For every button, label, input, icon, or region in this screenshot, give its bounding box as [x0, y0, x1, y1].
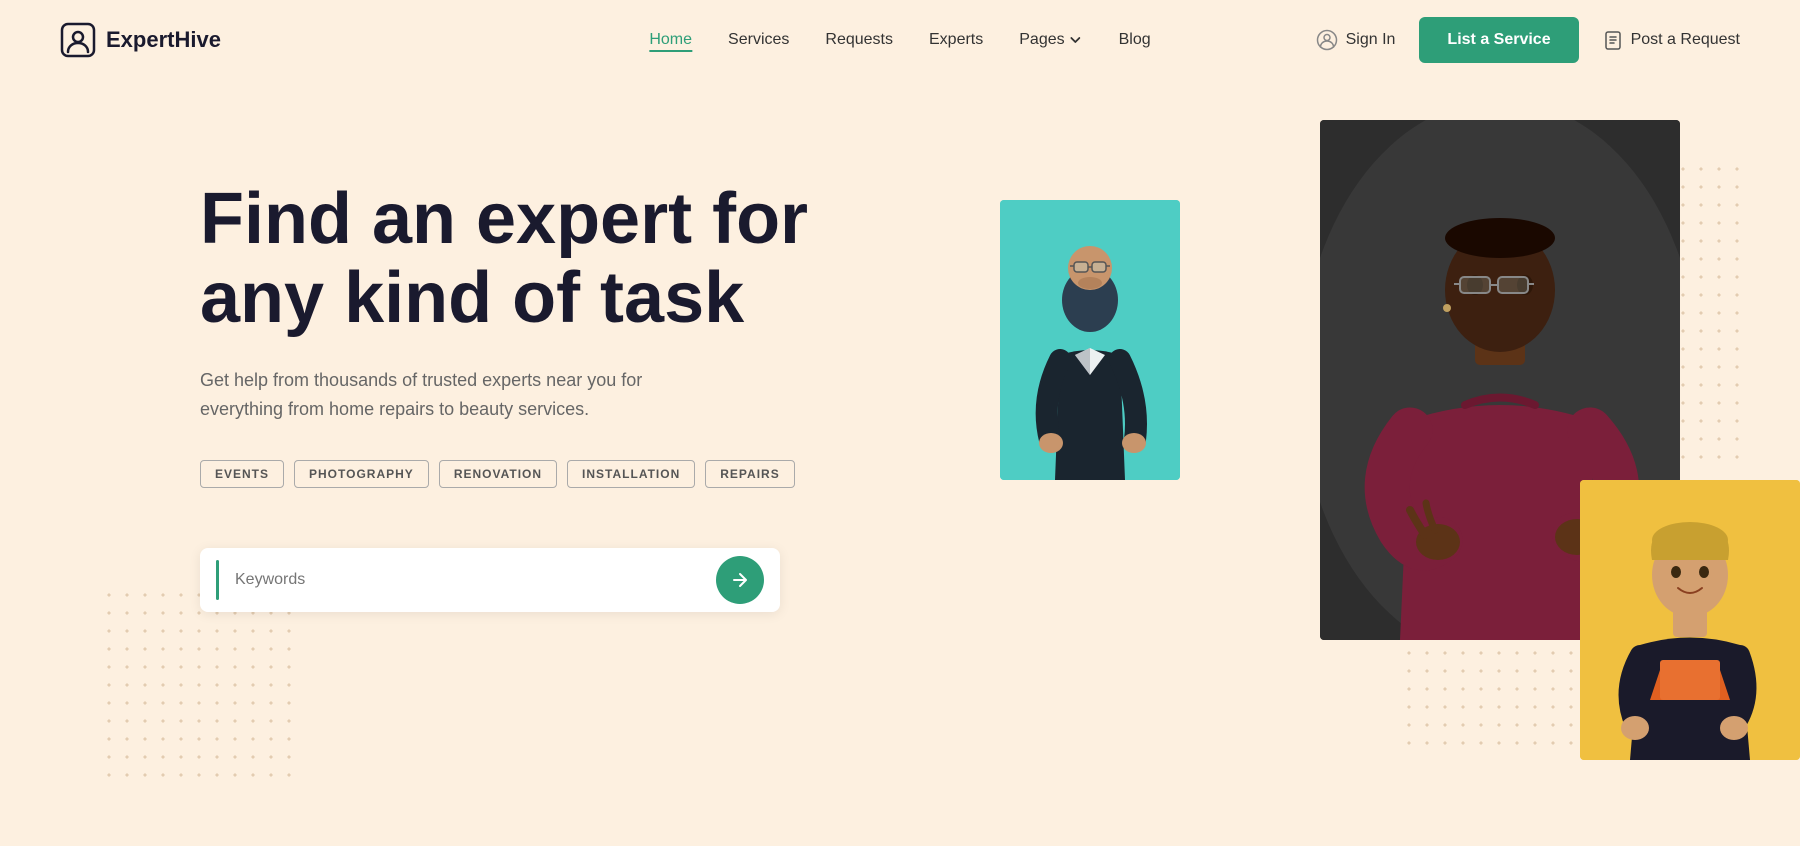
- logo-icon: [60, 22, 96, 58]
- hero-image-yellow: [1580, 480, 1800, 760]
- hero-section: Find an expert for any kind of task Get …: [0, 80, 1800, 846]
- navbar: ExpertHive Home Services Requests Expert…: [0, 0, 1800, 80]
- hero-title: Find an expert for any kind of task: [200, 180, 900, 338]
- person-yellow-figure: [1580, 480, 1800, 760]
- tag-repairs[interactable]: REPAIRS: [705, 460, 794, 488]
- arrow-right-icon: [730, 570, 750, 590]
- sign-in-label: Sign In: [1346, 31, 1396, 49]
- post-request-link[interactable]: Post a Request: [1603, 30, 1740, 50]
- brand-logo[interactable]: ExpertHive: [60, 22, 221, 58]
- nav-blog[interactable]: Blog: [1119, 31, 1151, 48]
- nav-pages[interactable]: Pages: [1019, 31, 1082, 49]
- tag-events[interactable]: EVENTS: [200, 460, 284, 488]
- brand-name: ExpertHive: [106, 27, 221, 53]
- nav-experts[interactable]: Experts: [929, 31, 983, 48]
- nav-home[interactable]: Home: [649, 31, 692, 52]
- tag-photography[interactable]: PHOTOGRAPHY: [294, 460, 429, 488]
- search-button[interactable]: [716, 556, 764, 604]
- search-divider: [216, 560, 219, 600]
- chevron-down-icon: [1069, 33, 1083, 47]
- search-input[interactable]: [235, 571, 708, 589]
- tag-installation[interactable]: INSTALLATION: [567, 460, 695, 488]
- hero-image-teal: [1000, 200, 1180, 480]
- post-request-label: Post a Request: [1631, 31, 1740, 49]
- person-teal-figure: [1000, 200, 1180, 480]
- sign-in-link[interactable]: Sign In: [1316, 29, 1396, 51]
- list-service-button[interactable]: List a Service: [1419, 17, 1578, 63]
- hero-subtitle: Get help from thousands of trusted exper…: [200, 366, 720, 424]
- nav-right: Sign In List a Service Post a Request: [1316, 17, 1740, 63]
- hero-content: Find an expert for any kind of task Get …: [200, 180, 900, 612]
- search-bar: [200, 548, 780, 612]
- nav-links: Home Services Requests Experts Pages Blo…: [649, 31, 1150, 49]
- document-icon: [1603, 30, 1623, 50]
- dots-decoration-left: [100, 586, 300, 786]
- tag-renovation[interactable]: RENOVATION: [439, 460, 557, 488]
- hero-images: [1000, 120, 1800, 840]
- nav-services[interactable]: Services: [728, 31, 789, 48]
- hero-tags: EVENTS PHOTOGRAPHY RENOVATION INSTALLATI…: [200, 460, 900, 488]
- sign-in-icon: [1316, 29, 1338, 51]
- nav-requests[interactable]: Requests: [825, 31, 893, 48]
